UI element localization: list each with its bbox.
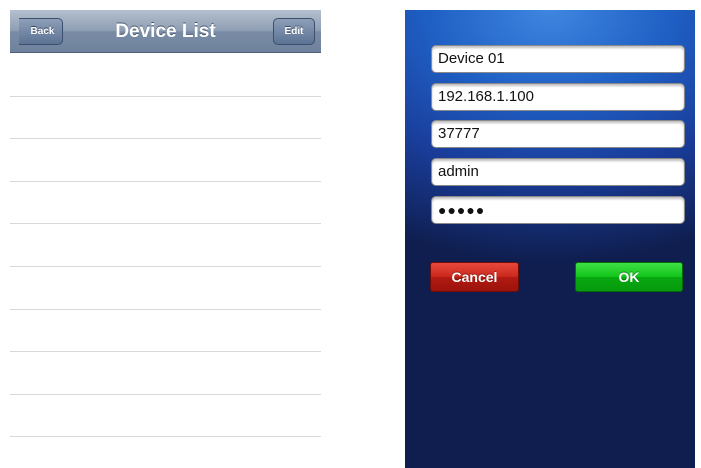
navigation-bar: Back Device List Edit: [10, 10, 321, 53]
ok-button[interactable]: OK: [575, 262, 683, 292]
list-item[interactable]: [10, 182, 321, 225]
list-item[interactable]: [10, 139, 321, 182]
list-item[interactable]: [10, 437, 321, 468]
device-list: [10, 54, 321, 468]
cancel-button[interactable]: Cancel: [430, 262, 519, 292]
password-field[interactable]: ●●●●●: [431, 196, 685, 224]
list-item[interactable]: [10, 310, 321, 353]
ip-address-field[interactable]: 192.168.1.100: [431, 83, 685, 111]
port-field[interactable]: 37777: [431, 120, 685, 148]
list-item[interactable]: [10, 267, 321, 310]
list-item[interactable]: [10, 224, 321, 267]
list-item[interactable]: [10, 54, 321, 97]
device-list-screen: Back Device List Edit: [10, 10, 321, 468]
username-field[interactable]: admin: [431, 158, 685, 186]
list-item[interactable]: [10, 352, 321, 395]
list-item[interactable]: [10, 395, 321, 438]
list-item[interactable]: [10, 97, 321, 140]
edit-button[interactable]: Edit: [273, 18, 315, 45]
device-form-screen: Device 01 192.168.1.100 37777 admin ●●●●…: [405, 10, 695, 468]
device-name-field[interactable]: Device 01: [431, 45, 685, 73]
